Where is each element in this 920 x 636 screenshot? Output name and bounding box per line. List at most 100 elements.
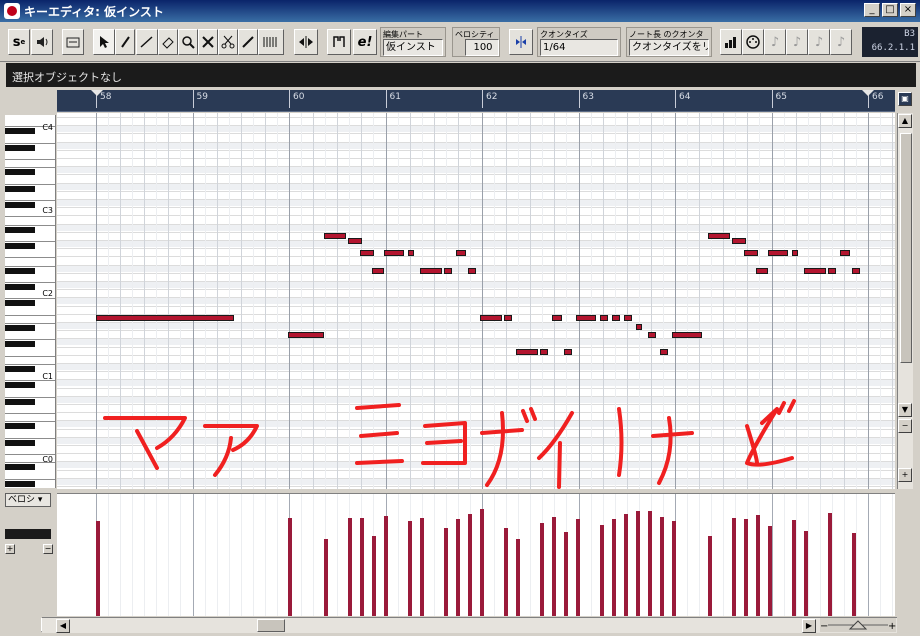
vertical-scroll-thumb[interactable] (900, 133, 912, 363)
piano-white-key[interactable] (5, 406, 55, 415)
midi-note[interactable] (852, 268, 860, 274)
midi-note[interactable] (564, 349, 572, 355)
piano-black-key[interactable] (5, 185, 35, 192)
midi-note[interactable] (480, 315, 502, 321)
edit-in-place-button[interactable]: e! (353, 29, 377, 55)
add-lane-icon[interactable]: + (5, 544, 15, 554)
velocity-bar[interactable] (540, 523, 544, 616)
velocity-bar[interactable] (600, 525, 604, 616)
piano-white-key[interactable] (5, 414, 55, 423)
edit-part-select[interactable]: 仮インスト (383, 39, 443, 56)
velocity-bar[interactable] (552, 517, 556, 616)
midi-note[interactable] (408, 250, 414, 256)
midi-note[interactable] (600, 315, 608, 321)
step-input-icon[interactable] (720, 29, 742, 55)
velocity-bar[interactable] (384, 516, 388, 616)
zoom-up-icon[interactable]: − (898, 419, 912, 433)
piano-white-key[interactable] (5, 176, 55, 185)
close-button[interactable]: × (900, 3, 916, 17)
velocity-bar[interactable] (516, 539, 520, 616)
piano-white-key[interactable] (5, 250, 55, 259)
midi-note[interactable] (540, 349, 548, 355)
piano-black-key[interactable] (5, 284, 35, 290)
velocity-stepper[interactable]: 100 (465, 39, 499, 56)
piano-white-key[interactable] (5, 258, 55, 267)
paint-tool-icon[interactable] (238, 29, 258, 55)
controller-lane-select[interactable]: ベロシ ▾ (5, 493, 51, 507)
midi-note[interactable] (288, 332, 324, 338)
midi-note[interactable] (504, 315, 512, 321)
velocity-bar[interactable] (468, 514, 472, 616)
velocity-bar[interactable] (480, 509, 484, 616)
bar-ruler[interactable]: 58 59 60 61 62 63 64 65 66 (57, 90, 895, 112)
minimize-button[interactable]: _ (864, 3, 880, 17)
horizontal-scrollbar[interactable]: ◀ ▶ (42, 617, 897, 633)
piano-white-key[interactable] (5, 192, 55, 201)
eraser-tool-icon[interactable] (158, 29, 178, 55)
ruler-menu-icon[interactable]: ▣ (898, 92, 912, 106)
velocity-lane[interactable] (57, 493, 895, 616)
midi-note[interactable] (324, 233, 346, 239)
midi-note[interactable] (384, 250, 404, 256)
midi-note[interactable] (732, 238, 746, 244)
piano-black-key[interactable] (5, 300, 35, 307)
midi-note[interactable] (744, 250, 758, 256)
velocity-bar[interactable] (828, 513, 832, 616)
right-locator-icon[interactable] (862, 90, 874, 96)
split-tool-icon[interactable] (218, 29, 238, 55)
velocity-bar[interactable] (360, 518, 364, 616)
piano-black-key[interactable] (5, 128, 35, 135)
quantize-select[interactable]: 1/64 (540, 39, 618, 56)
piano-white-key[interactable] (5, 356, 55, 365)
midi-note[interactable] (348, 238, 362, 244)
midi-note[interactable] (612, 315, 620, 321)
velocity-bar[interactable] (708, 536, 712, 616)
piano-white-key[interactable] (5, 151, 55, 160)
scroll-up-icon[interactable]: ▲ (898, 114, 912, 128)
velocity-bar[interactable] (660, 517, 664, 616)
velocity-bar[interactable] (348, 518, 352, 616)
velocity-bar[interactable] (324, 539, 328, 616)
piano-white-key[interactable] (5, 307, 55, 316)
midi-note[interactable] (768, 250, 788, 256)
midi-note[interactable] (468, 268, 476, 274)
info-line-icon[interactable] (62, 29, 84, 55)
piano-black-key[interactable] (5, 202, 35, 208)
zoom-down-icon[interactable]: + (898, 468, 912, 482)
velocity-bar[interactable] (768, 526, 772, 616)
remove-lane-icon[interactable]: − (43, 544, 53, 554)
midi-note[interactable] (576, 315, 596, 321)
midi-note[interactable] (96, 315, 234, 321)
piano-white-key[interactable] (5, 160, 55, 169)
note-length-select[interactable]: クオンタイズをリ (629, 39, 709, 56)
piano-white-key[interactable] (5, 315, 55, 324)
velocity-bar[interactable] (804, 531, 808, 616)
velocity-bar[interactable] (96, 521, 100, 616)
velocity-bar[interactable] (792, 520, 796, 616)
piano-white-key[interactable] (5, 348, 55, 357)
autoscroll-icon[interactable] (294, 29, 318, 55)
velocity-bar[interactable] (852, 533, 856, 616)
midi-note[interactable] (648, 332, 656, 338)
drumstick-tool-icon[interactable] (258, 29, 284, 55)
piano-black-key[interactable] (5, 480, 35, 487)
midi-note[interactable] (660, 349, 668, 355)
velocity-bar[interactable] (408, 521, 412, 616)
snap-icon[interactable] (509, 29, 533, 55)
midi-note[interactable] (804, 268, 826, 274)
midi-note[interactable] (444, 268, 452, 274)
piano-white-key[interactable] (5, 217, 55, 226)
velocity-bar[interactable] (420, 518, 424, 616)
piano-black-key[interactable] (5, 464, 35, 471)
piano-black-key[interactable] (5, 267, 35, 274)
part-bounds-icon[interactable] (327, 29, 351, 55)
speaker-icon[interactable] (31, 29, 53, 55)
midi-note[interactable] (708, 233, 730, 239)
velocity-bar[interactable] (372, 536, 376, 616)
velocity-bar[interactable] (504, 528, 508, 616)
piano-white-key[interactable] (5, 430, 55, 439)
midi-note[interactable] (756, 268, 768, 274)
vertical-scrollbar[interactable]: ▲ ▼ − + (897, 113, 913, 489)
midi-note[interactable] (372, 268, 384, 274)
left-locator-icon[interactable] (91, 90, 103, 96)
